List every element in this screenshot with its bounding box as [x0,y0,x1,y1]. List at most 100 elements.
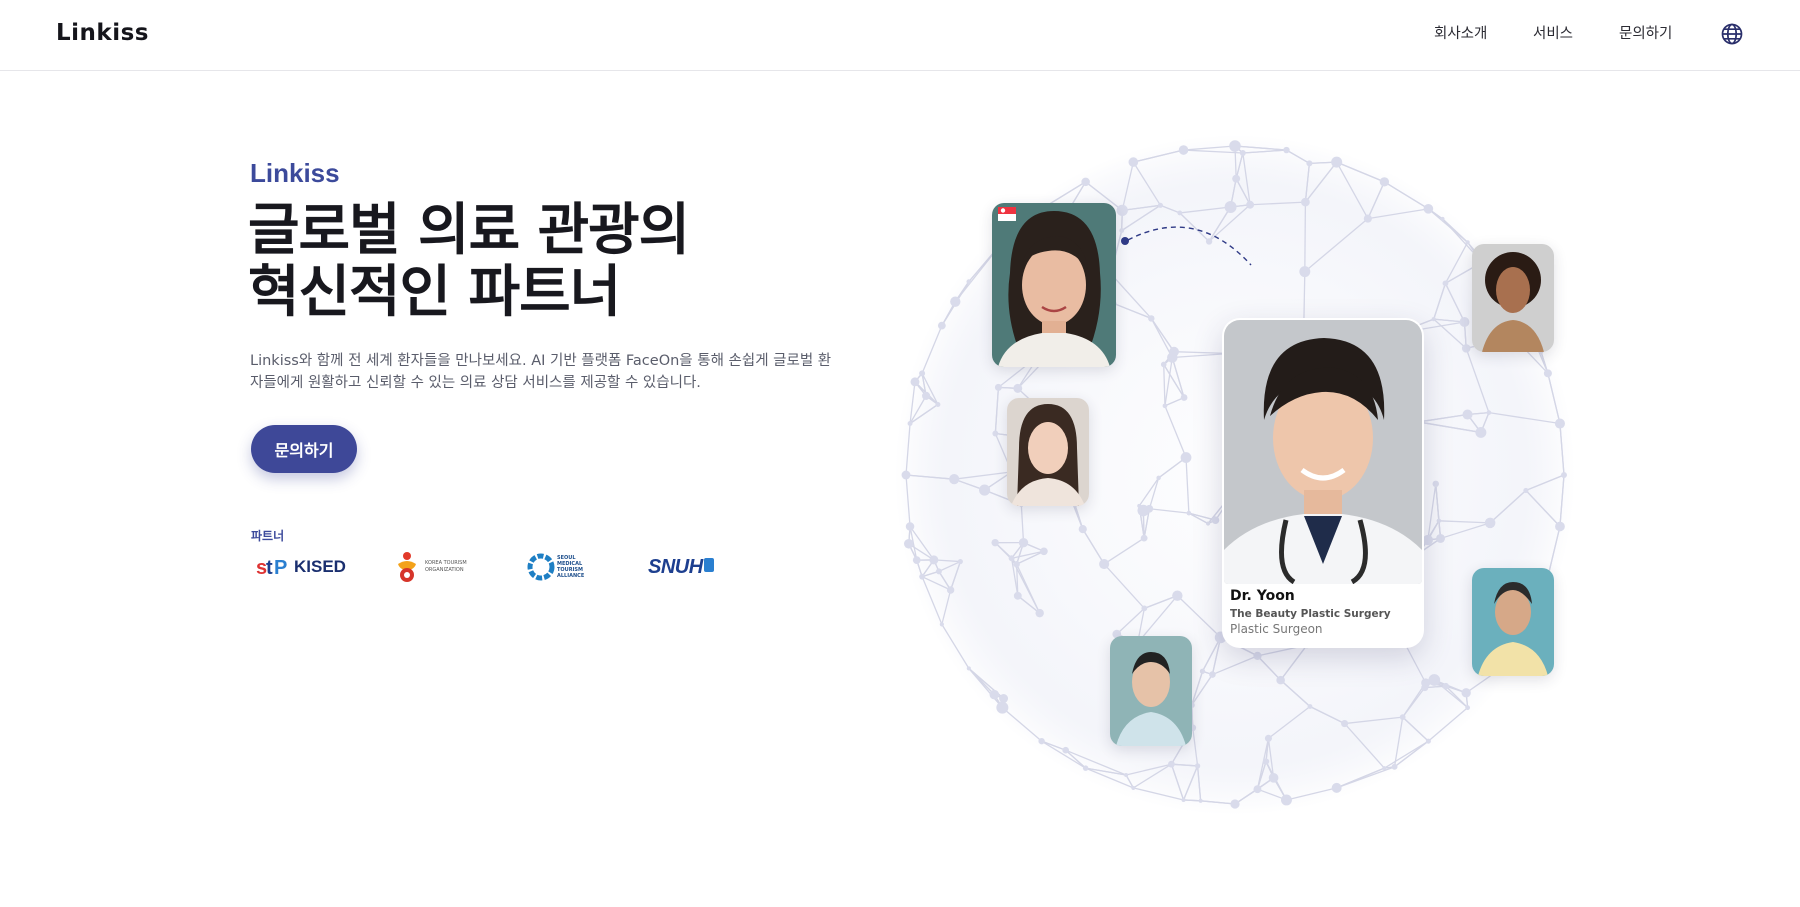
kto-mark-icon [398,552,416,582]
network-node [1421,678,1431,688]
network-node [1428,674,1441,686]
top-navigation-bar: Linkiss 회사소개 서비스 문의하기 [0,0,1800,71]
partner-logo-snuh: SNUH [648,550,714,584]
partner-logo-kised: s t P KISED [256,550,346,584]
network-node [1440,216,1445,221]
network-node [939,622,944,627]
network-node [949,474,960,485]
network-node [1280,794,1292,806]
svg-text:t: t [266,557,273,579]
network-node [1081,177,1090,187]
network-node [1442,682,1450,690]
network-node [922,391,931,400]
network-node [1554,418,1565,429]
network-node [999,694,1009,703]
svg-text:P: P [274,557,287,579]
network-node [1246,200,1255,209]
network-node [1013,591,1022,600]
network-node [1211,516,1220,524]
network-node [994,383,1002,391]
network-node [1465,705,1471,711]
network-node [907,421,913,427]
smta-text: SEOUL MEDICAL TOURISM ALLIANCE [557,555,585,579]
network-node [991,538,999,547]
network-node [904,539,914,549]
network-node [1209,671,1216,678]
contact-cta-button[interactable]: 문의하기 [251,425,357,473]
network-node [1198,798,1203,803]
network-node [1013,383,1023,393]
network-node [935,401,941,407]
patient-photo-curly-woman [1472,244,1554,352]
network-node [1186,510,1192,516]
network-node [910,377,920,387]
smta-mark-icon [527,553,555,581]
network-node [901,470,911,480]
network-node [1082,765,1089,771]
network-node [1543,369,1552,378]
doctor-profile-card[interactable]: Dr. Yoon The Beauty Plastic Surgery Plas… [1222,318,1424,648]
network-node [996,701,1009,714]
doctor-role: Plastic Surgeon [1230,622,1323,636]
network-node [1555,521,1565,532]
network-node [1461,344,1471,353]
network-node [1124,773,1129,778]
network-node [1382,766,1387,771]
brand-logo[interactable]: Linkiss [56,20,149,46]
network-node [1523,487,1529,494]
kto-text: KOREA TOURISM ORGANIZATION [425,560,467,573]
kised-text: KISED [294,557,346,576]
network-node [1301,197,1310,207]
network-node [1423,204,1434,214]
network-node [919,370,926,377]
hero-title-line-1: 글로벌 의료 관광의 [248,198,690,263]
network-node [1040,547,1048,556]
network-node [1436,518,1442,524]
network-node [1131,785,1136,790]
nav-link-about[interactable]: 회사소개 [1434,22,1487,43]
snuh-mark-icon [703,558,714,572]
network-node [957,558,963,565]
network-node [1062,746,1070,754]
network-node [1432,480,1439,488]
snuh-text: SNUH [648,555,703,578]
network-node [966,666,971,671]
network-node [1431,317,1436,322]
network-node [1276,675,1285,685]
globe-icon[interactable] [1720,22,1744,46]
network-node [1230,799,1240,809]
network-node [1099,558,1110,570]
network-node [1379,177,1390,187]
network-node [1363,214,1372,223]
network-node [1205,521,1211,526]
network-node [1137,504,1150,517]
network-node [1422,534,1433,546]
network-node [1013,560,1020,568]
nav-link-services[interactable]: 서비스 [1533,22,1573,43]
network-node [1162,403,1168,409]
network-node [1436,533,1446,543]
network-node [1199,668,1206,674]
nav-link-contact[interactable]: 문의하기 [1619,22,1672,43]
network-node [1038,737,1045,745]
patient-photo-man-glasses [1110,636,1192,746]
network-node [1224,200,1237,213]
patient-photo-middle-aged-man [1472,568,1554,676]
network-node [950,296,961,307]
network-node [1283,146,1290,154]
network-node [905,522,915,531]
network-node [1156,475,1161,481]
network-node [1462,409,1473,420]
connection-line [1121,226,1252,266]
network-edge [1304,202,1307,272]
network-node [1140,534,1148,542]
network-node [1018,537,1029,548]
network-node [1157,202,1164,208]
network-node [1168,760,1175,768]
network-node [1391,763,1398,770]
doctor-clinic: The Beauty Plastic Surgery [1230,608,1391,620]
network-node [966,279,972,284]
network-node [1172,590,1183,601]
network-node [1169,346,1179,357]
network-node [1194,763,1201,769]
